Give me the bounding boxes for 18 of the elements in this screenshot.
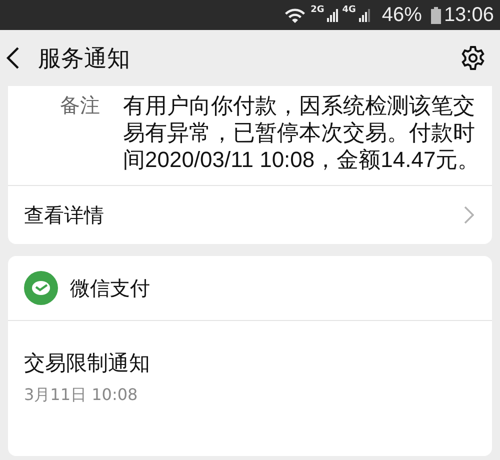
page-title: 服务通知: [38, 44, 131, 74]
battery-icon: [430, 6, 441, 24]
network-label: 4G: [342, 5, 356, 15]
network-label: 2G: [310, 5, 324, 15]
back-icon[interactable]: [6, 46, 20, 70]
settings-icon[interactable]: [460, 45, 486, 71]
wifi-icon: [284, 7, 306, 23]
chevron-icon: [464, 206, 474, 224]
signal-icon: [358, 8, 371, 22]
details-link[interactable]: 查看详情: [8, 185, 492, 244]
battery-percent: 46%: [382, 4, 422, 26]
note-text: 有用户向你付款，因系统检测该笔交易有异常，已暂停本次交易。付款时间2020/03/11 10:08，金额14.47元。: [123, 92, 481, 173]
signal-icon: [327, 8, 340, 22]
field-label: 备注: [59, 92, 101, 119]
sender-name: 微信支付: [70, 274, 150, 302]
clock: 13:06: [444, 4, 494, 26]
message-time: 3月11日 10:08: [24, 385, 139, 406]
message-title: 交易限制通知: [24, 350, 151, 377]
